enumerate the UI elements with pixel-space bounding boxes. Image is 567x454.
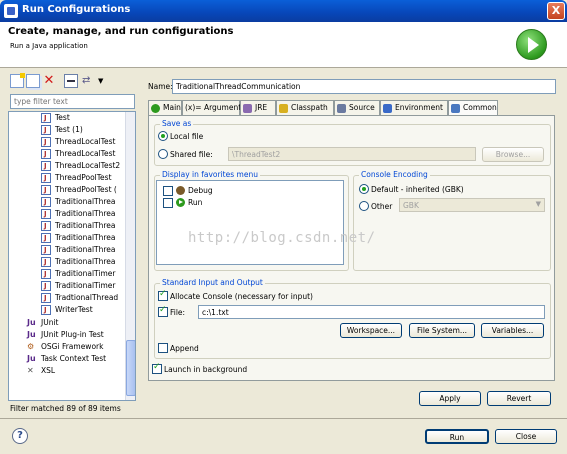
watermark: http://blog.csdn.net/ bbox=[188, 230, 376, 246]
allocate-console-checkbox[interactable] bbox=[158, 289, 168, 301]
favorites-legend: Display in favorites menu bbox=[160, 170, 260, 179]
window-title: Run Configurations bbox=[22, 4, 131, 15]
duplicate-icon[interactable] bbox=[26, 74, 40, 88]
java-app-icon bbox=[41, 184, 51, 196]
collapse-all-icon[interactable] bbox=[64, 74, 78, 88]
java-app-icon bbox=[41, 244, 51, 256]
config-tabs: Main (x)= Arguments JRE Classpath Source… bbox=[148, 100, 555, 116]
java-app-icon bbox=[41, 220, 51, 232]
name-input[interactable]: TraditionalThreadCommunication bbox=[172, 79, 556, 94]
tab-environment[interactable]: Environment bbox=[380, 100, 448, 116]
allocate-console-label: Allocate Console (necessary for input) bbox=[170, 292, 313, 301]
filter-input[interactable] bbox=[10, 94, 135, 109]
java-app-icon bbox=[41, 172, 51, 184]
junit-icon: Ju bbox=[27, 318, 36, 327]
java-app-icon bbox=[41, 268, 51, 280]
jre-icon bbox=[243, 104, 252, 113]
shared-file-label: Shared file: bbox=[170, 150, 213, 159]
java-app-icon bbox=[41, 292, 51, 304]
name-label: Name: bbox=[148, 82, 173, 91]
launch-background-checkbox[interactable] bbox=[152, 362, 162, 374]
shared-file-input[interactable]: \ThreadTest2 bbox=[228, 147, 476, 161]
tab-common[interactable]: Common bbox=[448, 100, 498, 116]
run-icon bbox=[176, 198, 185, 207]
file-checkbox[interactable] bbox=[158, 305, 168, 317]
tab-arguments[interactable]: (x)= Arguments bbox=[182, 100, 245, 116]
java-app-icon bbox=[41, 112, 51, 124]
junit-plugin-icon: Ju bbox=[27, 330, 36, 339]
java-app-icon bbox=[41, 196, 51, 208]
task-context-icon: Ju bbox=[27, 354, 36, 363]
launch-background-label: Launch in background bbox=[164, 365, 248, 374]
window-close-button[interactable]: X bbox=[547, 2, 565, 20]
scrollbar-thumb[interactable] bbox=[126, 340, 135, 396]
header-description: Run a Java application bbox=[10, 42, 88, 50]
run-button[interactable]: Run bbox=[425, 429, 489, 444]
default-encoding-label: Default - inherited (GBK) bbox=[371, 185, 464, 194]
help-icon[interactable]: ? bbox=[12, 428, 28, 444]
filter-icon[interactable]: ⇄ bbox=[82, 74, 96, 88]
local-file-label: Local file bbox=[170, 132, 204, 141]
run-label: Run bbox=[188, 198, 203, 207]
std-io-legend: Standard Input and Output bbox=[160, 278, 265, 287]
file-system-button[interactable]: File System... bbox=[409, 323, 475, 338]
file-label: File: bbox=[170, 308, 186, 317]
delete-icon[interactable]: ✕ bbox=[42, 74, 56, 88]
source-icon bbox=[337, 104, 346, 113]
revert-button[interactable]: Revert bbox=[487, 391, 551, 406]
xsl-icon: ✕ bbox=[27, 366, 34, 375]
other-encoding-radio[interactable] bbox=[359, 201, 369, 211]
browse-button[interactable]: Browse... bbox=[482, 147, 544, 162]
new-config-icon[interactable] bbox=[10, 73, 25, 88]
append-label: Append bbox=[170, 344, 199, 353]
java-app-icon bbox=[41, 232, 51, 244]
app-icon bbox=[4, 4, 18, 18]
header-title: Create, manage, and run configurations bbox=[8, 26, 234, 37]
close-button[interactable]: Close bbox=[495, 429, 557, 444]
shared-file-radio[interactable] bbox=[158, 149, 168, 159]
java-app-icon bbox=[41, 124, 51, 136]
filter-status: Filter matched 89 of 89 items bbox=[10, 404, 121, 413]
tab-classpath[interactable]: Classpath bbox=[276, 100, 334, 116]
chevron-down-icon: ▼ bbox=[535, 200, 541, 208]
console-encoding-legend: Console Encoding bbox=[359, 170, 430, 179]
classpath-icon bbox=[279, 104, 288, 113]
java-app-icon bbox=[41, 148, 51, 160]
debug-icon bbox=[176, 186, 185, 195]
append-checkbox[interactable] bbox=[158, 343, 168, 353]
run-icon bbox=[516, 29, 547, 60]
debug-checkbox[interactable] bbox=[163, 186, 173, 196]
java-app-icon bbox=[41, 304, 51, 316]
local-file-radio[interactable] bbox=[158, 131, 168, 141]
main-tab-icon bbox=[151, 104, 160, 113]
config-tree[interactable]: Test Test (1) ThreadLocalTest ThreadLoca… bbox=[8, 111, 136, 401]
encoding-select[interactable]: GBK ▼ bbox=[399, 198, 545, 212]
java-app-icon bbox=[41, 256, 51, 268]
environment-icon bbox=[383, 104, 392, 113]
tab-jre[interactable]: JRE bbox=[240, 100, 276, 116]
divider bbox=[0, 418, 567, 419]
variables-button[interactable]: Variables... bbox=[481, 323, 544, 338]
java-app-icon bbox=[41, 208, 51, 220]
save-as-legend: Save as bbox=[160, 119, 194, 128]
debug-label: Debug bbox=[188, 186, 213, 195]
tree-scrollbar[interactable] bbox=[125, 112, 135, 400]
run-checkbox[interactable] bbox=[163, 198, 173, 208]
osgi-icon: ⚙ bbox=[27, 342, 35, 351]
other-encoding-label: Other bbox=[371, 202, 393, 211]
chevron-down-icon[interactable]: ▼ bbox=[98, 74, 112, 88]
workspace-button[interactable]: Workspace... bbox=[340, 323, 402, 338]
config-toolbar: ✕ ⇄ ▼ bbox=[8, 73, 136, 90]
tab-main[interactable]: Main bbox=[148, 100, 182, 116]
apply-button[interactable]: Apply bbox=[419, 391, 481, 406]
file-input[interactable]: c:\1.txt bbox=[198, 305, 545, 319]
java-app-icon bbox=[41, 160, 51, 172]
common-icon bbox=[451, 104, 460, 113]
java-app-icon bbox=[41, 136, 51, 148]
default-encoding-radio[interactable] bbox=[359, 184, 369, 194]
dialog-header: Create, manage, and run configurations R… bbox=[0, 22, 567, 68]
tab-source[interactable]: Source bbox=[334, 100, 380, 116]
java-app-icon bbox=[41, 280, 51, 292]
